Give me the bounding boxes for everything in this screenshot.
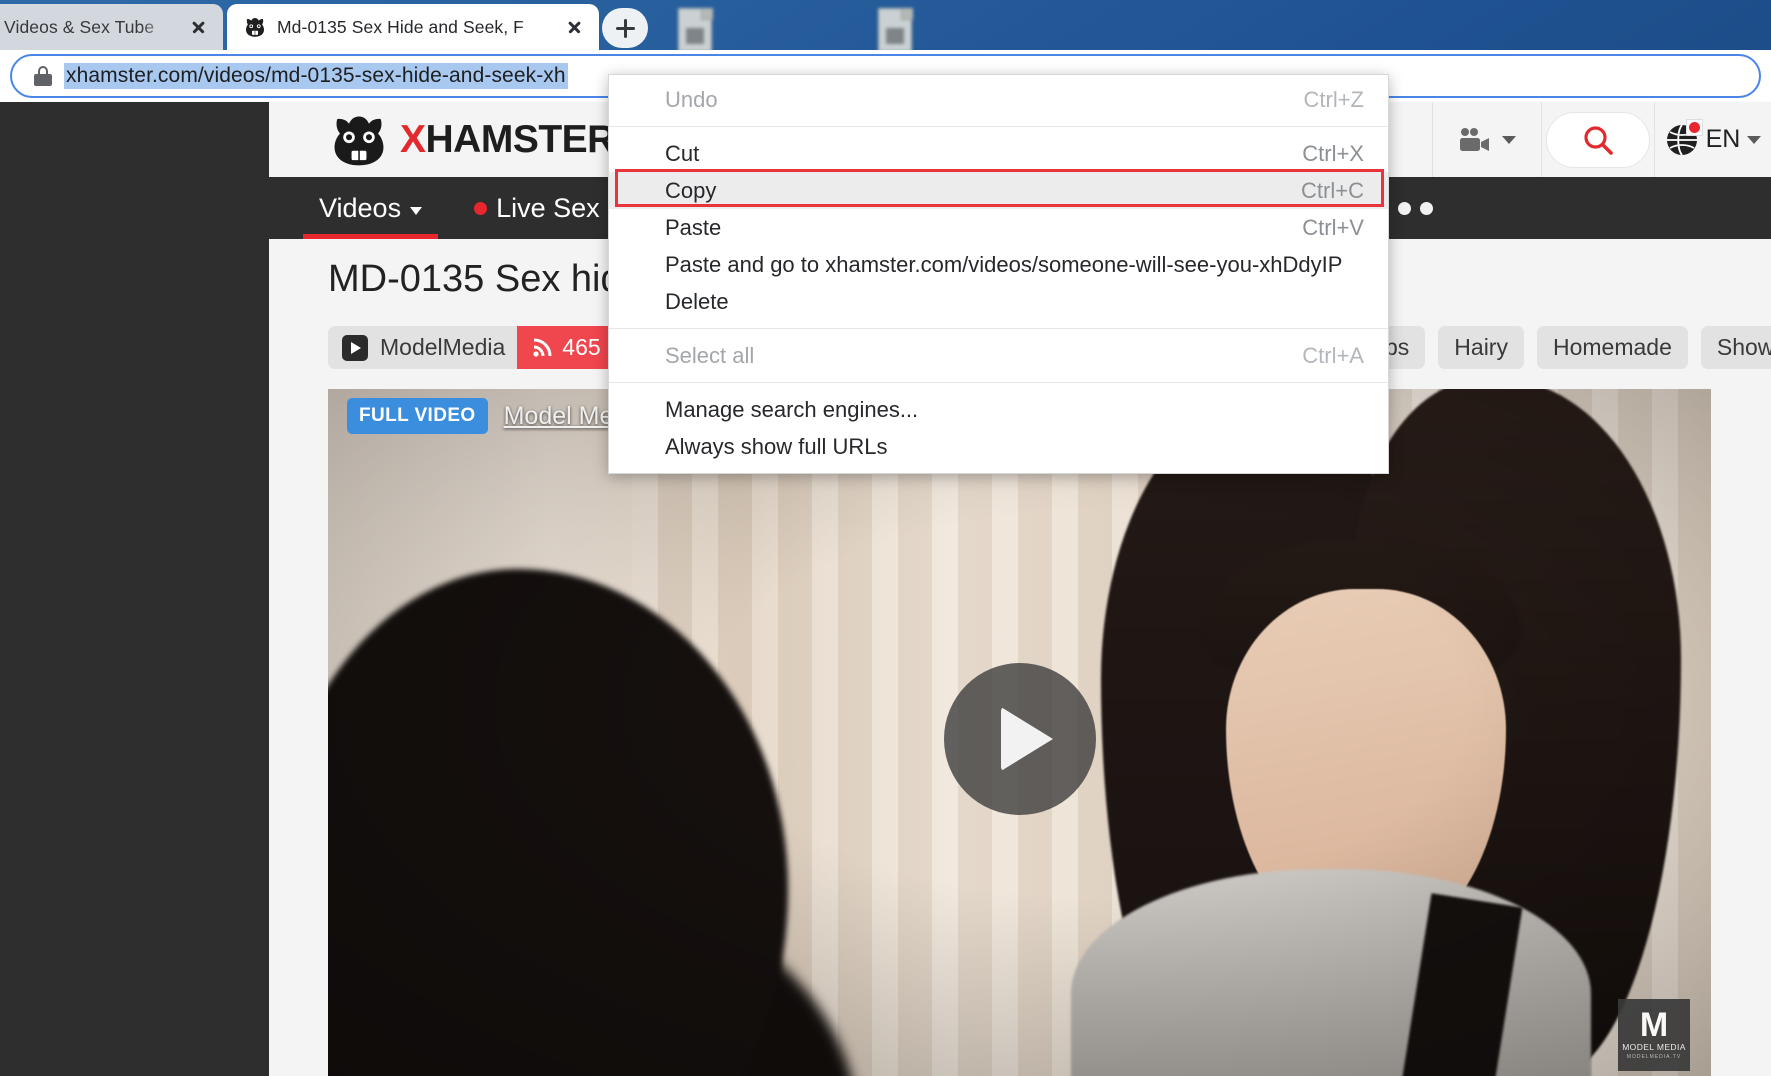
menu-item-copy[interactable]: Copy Ctrl+C — [609, 169, 1388, 209]
language-selector[interactable]: EN — [1655, 102, 1771, 177]
tag-chip[interactable]: Shower — [1700, 326, 1771, 369]
menu-item-label: Copy — [665, 177, 717, 203]
tab-title: Videos & Sex Tube — [4, 16, 155, 37]
subscriber-badge: 465 — [517, 326, 616, 369]
tab-title: Md-0135 Sex Hide and Seek, F — [277, 16, 524, 37]
site-logo[interactable]: XHAMSTER — [330, 111, 615, 169]
full-video-badge: FULL VIDEO — [347, 398, 488, 434]
menu-item-undo[interactable]: Undo Ctrl+Z — [609, 81, 1388, 118]
xhamster-favicon-icon — [243, 15, 267, 39]
logo-rest: HAMSTER — [425, 118, 616, 161]
menu-separator — [609, 328, 1388, 329]
search-button[interactable] — [1542, 102, 1654, 177]
lock-icon — [34, 66, 52, 86]
page-left-rail — [0, 102, 269, 1076]
chevron-down-icon — [410, 207, 423, 215]
menu-item-label: Paste and go to xhamster.com/videos/some… — [665, 251, 1343, 277]
video-camera-icon — [1460, 127, 1489, 151]
tag-chip[interactable]: Hairy — [1438, 326, 1524, 369]
menu-item-label: Delete — [665, 288, 729, 314]
site-logo-text: XHAMSTER — [400, 118, 615, 162]
menu-item-label: Undo — [665, 86, 718, 112]
menu-separator — [609, 382, 1388, 383]
menu-item-always-show-full-urls[interactable]: Always show full URLs — [609, 428, 1388, 465]
watermark: M MODEL MEDIA MODELMEDIA.TV — [1618, 999, 1690, 1071]
chevron-down-icon — [1747, 135, 1762, 144]
chevron-down-icon — [1502, 135, 1516, 144]
logo-x: X — [400, 118, 426, 161]
play-square-icon — [342, 334, 368, 361]
channel-chip[interactable]: ModelMedia 465 — [328, 326, 616, 369]
menu-item-label: Paste — [665, 214, 722, 240]
page-title: MD-0135 Sex hid — [328, 258, 622, 300]
video-player[interactable]: FULL VIDEO Model Media - m M MODEL MEDIA… — [328, 389, 1711, 1076]
menu-item-label: Cut — [665, 140, 700, 166]
search-icon — [1584, 125, 1613, 155]
play-circle-icon[interactable] — [943, 663, 1096, 815]
hamster-logo-icon — [330, 111, 388, 169]
watermark-text: MODEL MEDIA — [1622, 1042, 1686, 1052]
nav-label: Videos — [319, 192, 402, 223]
menu-item-label: Manage search engines... — [665, 396, 919, 422]
omnibox-context-menu[interactable]: Undo Ctrl+Z Cut Ctrl+X Copy Ctrl+C Paste… — [608, 74, 1389, 474]
browser-tab-2[interactable]: Md-0135 Sex Hide and Seek, F — [227, 4, 599, 50]
menu-item-shortcut: Ctrl+X — [1302, 140, 1364, 166]
browser-window: Videos & Sex Tube Md-0135 Sex Hide and S… — [0, 0, 1771, 1076]
watermark-letter: M — [1639, 1006, 1669, 1044]
menu-item-manage-search-engines[interactable]: Manage search engines... — [609, 391, 1388, 428]
tag-row: ps Hairy Homemade Shower A — [1369, 326, 1771, 369]
subscriber-count: 465 — [562, 334, 601, 360]
menu-item-label: Select all — [665, 342, 755, 368]
close-icon[interactable] — [183, 12, 213, 42]
menu-item-shortcut: Ctrl+C — [1301, 177, 1364, 203]
language-label: EN — [1705, 125, 1741, 153]
menu-item-shortcut: Ctrl+V — [1302, 214, 1364, 240]
rss-icon — [533, 338, 552, 357]
notification-dot — [1685, 118, 1703, 136]
menu-item-paste[interactable]: Paste Ctrl+V — [609, 209, 1388, 246]
tag-chip[interactable]: Homemade — [1536, 326, 1688, 369]
tab-strip: Videos & Sex Tube Md-0135 Sex Hide and S… — [0, 0, 1771, 50]
nav-item-live-sex[interactable]: Live Sex — [448, 177, 626, 239]
highlight-box — [615, 169, 1384, 207]
watermark-subtext: MODELMEDIA.TV — [1626, 1054, 1682, 1060]
menu-item-paste-and-go[interactable]: Paste and go to xhamster.com/videos/some… — [609, 246, 1388, 283]
menu-separator — [609, 126, 1388, 127]
close-icon[interactable] — [559, 12, 589, 42]
menu-item-shortcut: Ctrl+Z — [1303, 86, 1365, 112]
browser-tab-1[interactable]: Videos & Sex Tube — [0, 4, 223, 50]
live-dot-icon — [474, 201, 488, 215]
nav-label: Live Sex — [496, 192, 600, 223]
header-actions: EN — [1432, 102, 1771, 177]
upload-video-button[interactable] — [1433, 102, 1541, 177]
nav-item-videos[interactable]: Videos — [293, 177, 448, 239]
menu-item-select-all[interactable]: Select all Ctrl+A — [609, 337, 1388, 374]
new-tab-button[interactable] — [602, 8, 648, 48]
menu-item-shortcut: Ctrl+A — [1302, 342, 1364, 368]
menu-item-cut[interactable]: Cut Ctrl+X — [609, 135, 1388, 172]
plus-icon — [615, 18, 635, 38]
url-text[interactable]: xhamster.com/videos/md-0135-sex-hide-and… — [64, 63, 568, 89]
channel-name: ModelMedia — [380, 334, 506, 360]
menu-item-delete[interactable]: Delete — [609, 283, 1388, 320]
menu-item-label: Always show full URLs — [665, 433, 888, 459]
